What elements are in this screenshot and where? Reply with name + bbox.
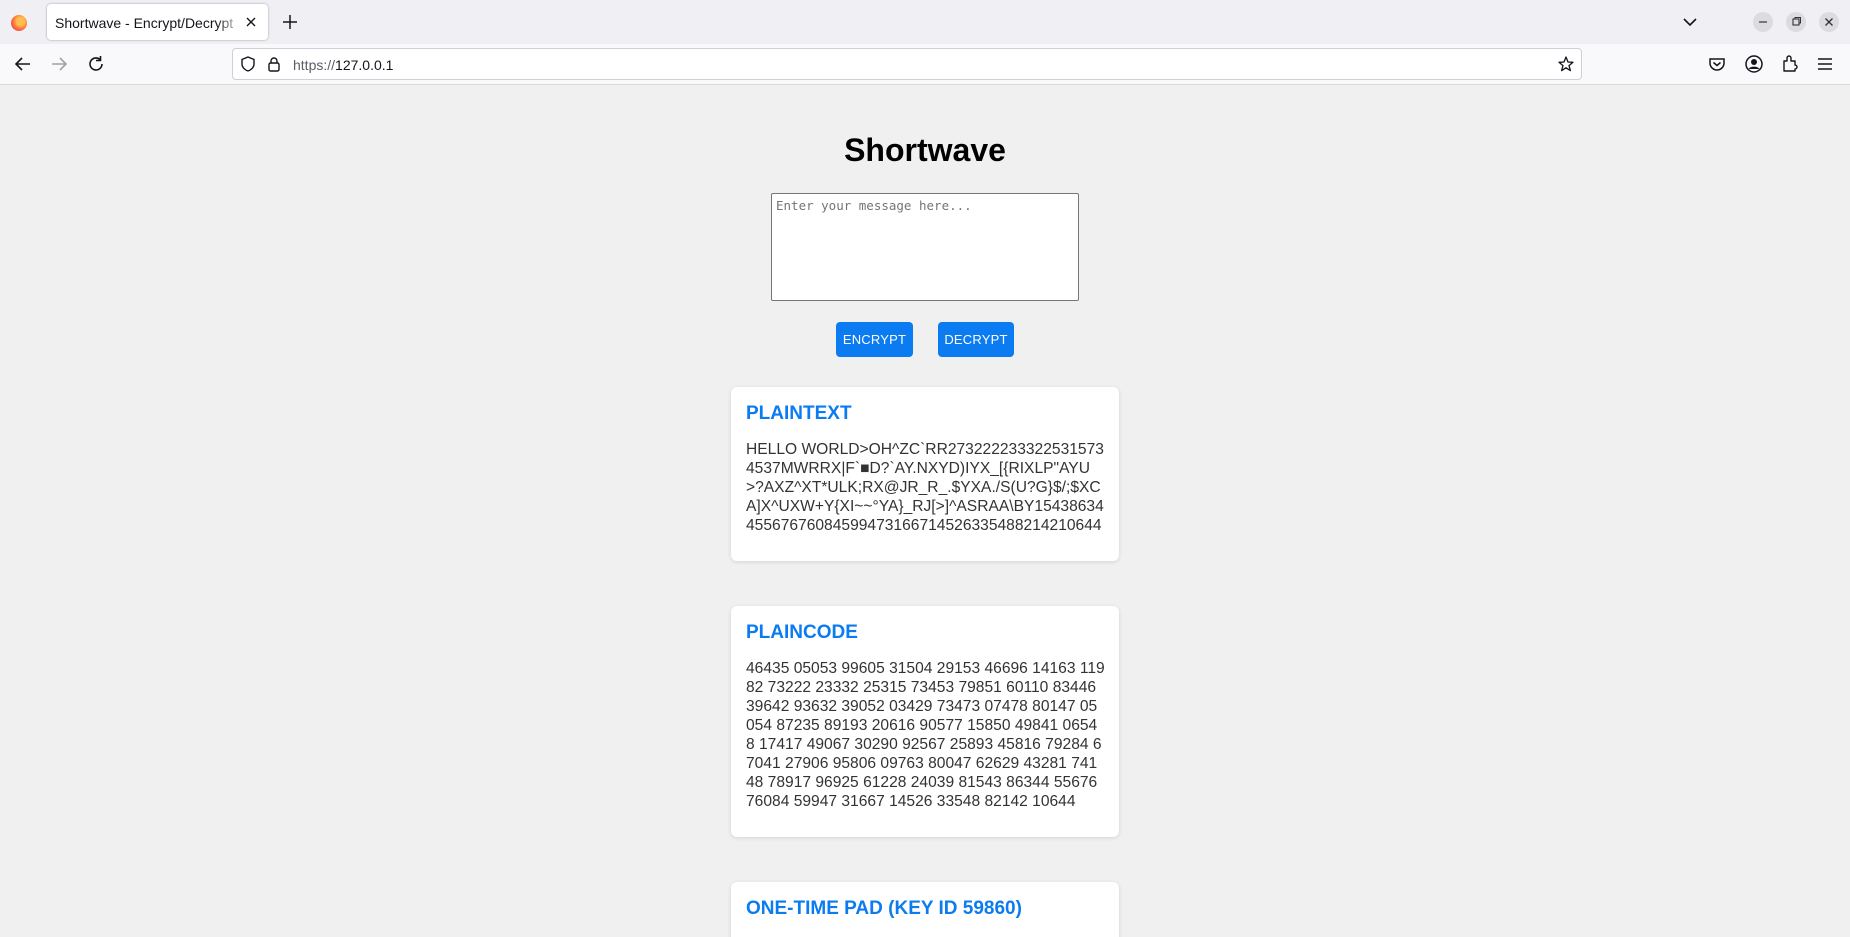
lock-icon[interactable] — [265, 55, 283, 73]
forward-arrow-icon[interactable] — [48, 53, 70, 75]
address-bar[interactable]: https://127.0.0.1 — [232, 48, 1582, 80]
encrypt-button[interactable]: ENCRYPT — [836, 322, 913, 357]
bookmark-star-icon[interactable] — [1557, 55, 1575, 73]
url-scheme: https:// — [293, 57, 336, 73]
menu-hamburger-icon[interactable] — [1814, 53, 1836, 75]
one-time-pad-card: ONE-TIME PAD (KEY ID 59860) — [731, 882, 1119, 937]
plaintext-output: HELLO WORLD>OH^ZC`RR27322223332253157345… — [746, 441, 1104, 534]
back-arrow-icon[interactable] — [12, 53, 34, 75]
plaincode-heading: PLAINCODE — [746, 622, 858, 643]
navigation-bar: https://127.0.0.1 — [0, 44, 1850, 85]
restore-icon[interactable] — [1786, 12, 1806, 32]
plaincode-output: 46435 05053 99605 31504 29153 46696 1416… — [746, 660, 1105, 810]
pocket-icon[interactable] — [1706, 53, 1728, 75]
url-host: 127.0.0.1 — [335, 57, 394, 73]
close-tab-icon[interactable] — [242, 13, 260, 31]
close-window-icon[interactable] — [1819, 12, 1839, 32]
shield-icon[interactable] — [239, 55, 257, 73]
new-tab-icon[interactable] — [280, 12, 300, 32]
account-icon[interactable] — [1743, 53, 1765, 75]
browser-tab[interactable]: Shortwave - Encrypt/Decrypt — [47, 4, 268, 40]
message-input[interactable] — [771, 193, 1079, 301]
minimize-icon[interactable] — [1753, 12, 1773, 32]
decrypt-button[interactable]: DECRYPT — [938, 322, 1014, 357]
plaintext-heading: PLAINTEXT — [746, 403, 852, 424]
tab-strip: Shortwave - Encrypt/Decrypt — [0, 0, 1850, 44]
page-content: Shortwave ENCRYPT DECRYPT PLAINTEXT HELL… — [0, 86, 1850, 937]
tab-list-chevron-icon[interactable] — [1680, 12, 1700, 32]
firefox-icon — [11, 15, 27, 31]
extensions-icon[interactable] — [1779, 53, 1801, 75]
url-text[interactable]: https://127.0.0.1 — [293, 57, 393, 73]
plaintext-card: PLAINTEXT HELLO WORLD>OH^ZC`RR2732222333… — [731, 387, 1119, 561]
one-time-pad-heading: ONE-TIME PAD (KEY ID 59860) — [746, 898, 1022, 919]
plaincode-card: PLAINCODE 46435 05053 99605 31504 29153 … — [731, 606, 1119, 837]
reload-icon[interactable] — [85, 53, 107, 75]
page-title: Shortwave — [844, 132, 1006, 168]
tab-title: Shortwave - Encrypt/Decrypt — [55, 15, 234, 31]
